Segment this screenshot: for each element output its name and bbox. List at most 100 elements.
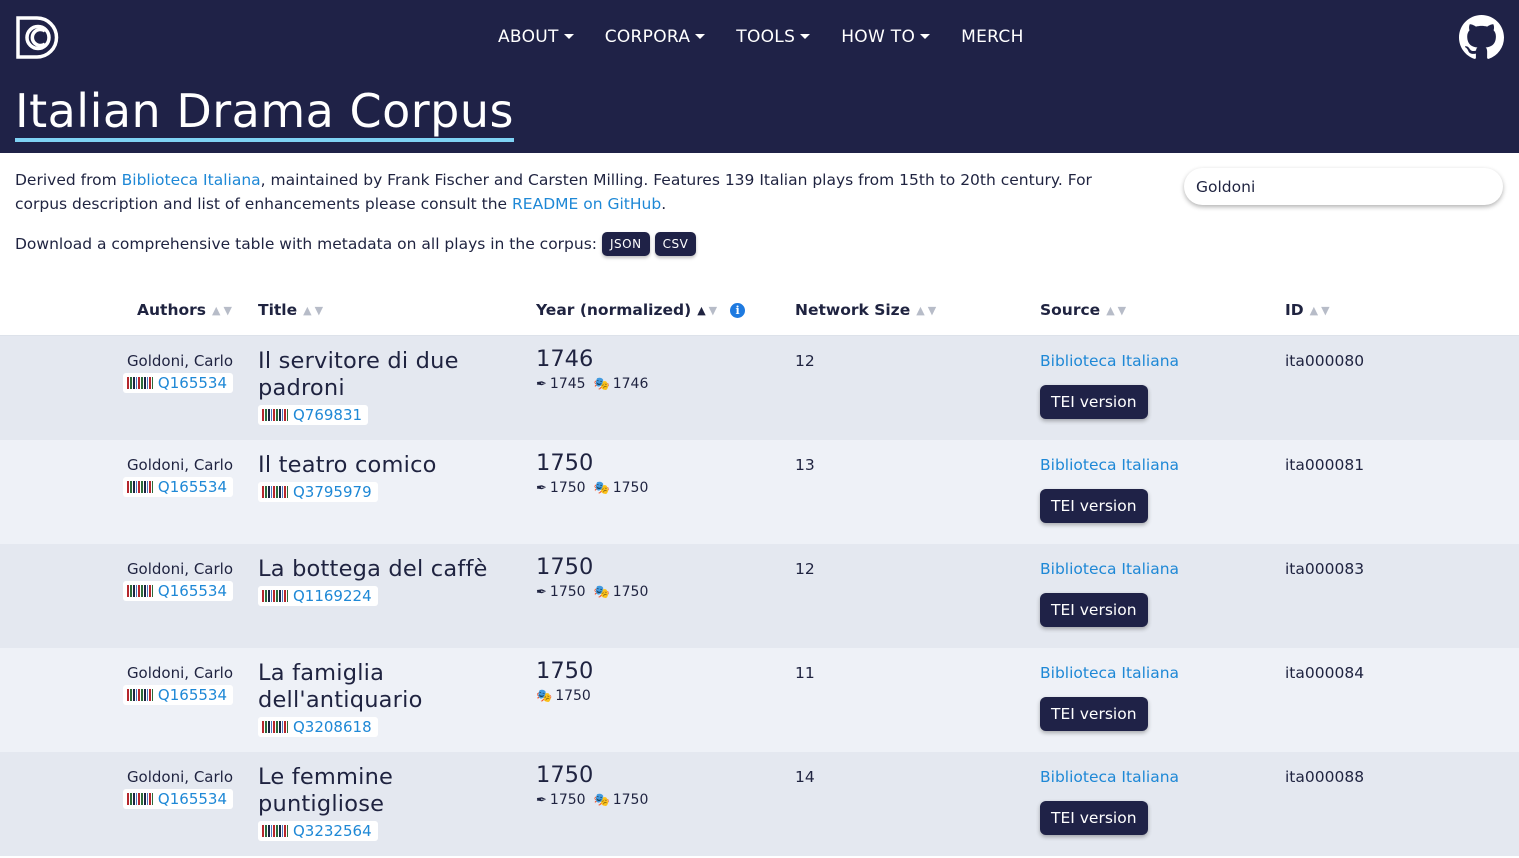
theater-masks-icon: 🎭 — [593, 584, 610, 600]
column-title[interactable]: Title ▲▼ — [258, 301, 326, 319]
title-cell: Le femmine puntigliose Q3232564 — [258, 764, 458, 841]
search-input[interactable] — [1184, 168, 1503, 205]
chevron-down-icon — [695, 33, 706, 39]
sort-arrows-icon[interactable]: ▲▼ — [212, 304, 235, 317]
pen-icon: ✒ — [536, 792, 547, 808]
column-source[interactable]: Source ▲▼ — [1040, 301, 1129, 319]
year-cell: 1746 ✒ 1745 🎭 1746 — [536, 346, 648, 392]
year-cell: 1750 ✒ 1750 🎭 1750 — [536, 450, 648, 496]
dracor-logo-icon[interactable] — [15, 15, 60, 60]
nav-tools-label: TOOLS — [736, 27, 796, 47]
year-written: 1750 — [549, 584, 586, 600]
title-cell: Il servitore di due padroni Q769831 — [258, 348, 508, 425]
theater-masks-icon: 🎭 — [536, 688, 553, 704]
wikidata-badge: Q165534 — [122, 789, 233, 809]
year-details: 🎭 1750 — [536, 688, 593, 704]
title-cell: La bottega del caffè Q1169224 — [258, 556, 508, 606]
readme-link[interactable]: README on GitHub — [512, 195, 661, 213]
source-link[interactable]: Biblioteca Italiana — [1040, 664, 1179, 682]
nav-tools[interactable]: TOOLS — [736, 26, 811, 48]
wikidata-badge: Q165534 — [122, 581, 233, 601]
play-wikidata-link[interactable]: Q3232564 — [293, 822, 372, 840]
nav-corpora-label: CORPORA — [604, 27, 691, 47]
author-cell: Goldoni, Carlo Q165534 — [122, 768, 233, 809]
nav-corpora[interactable]: CORPORA — [605, 26, 706, 48]
source-link[interactable]: Biblioteca Italiana — [1040, 352, 1179, 370]
sort-arrows-icon[interactable]: ▲▼ — [697, 304, 720, 317]
sort-arrows-icon[interactable]: ▲▼ — [916, 304, 939, 317]
play-id: ita000080 — [1285, 352, 1365, 370]
play-wikidata-link[interactable]: Q769831 — [293, 406, 362, 424]
column-authors[interactable]: Authors ▲▼ — [137, 301, 235, 319]
table-row: Goldoni, Carlo Q165534 Il teatro comico … — [0, 440, 1519, 544]
sort-arrows-icon[interactable]: ▲▼ — [303, 304, 326, 317]
year-written: 1750 — [549, 792, 586, 808]
play-title-link[interactable]: La famiglia dell'antiquario — [258, 660, 458, 714]
tei-version-button[interactable]: TEI version — [1040, 489, 1148, 523]
play-title-link[interactable]: Il teatro comico — [258, 452, 508, 479]
column-id[interactable]: ID ▲▼ — [1285, 301, 1333, 319]
author-wikidata-link[interactable]: Q165534 — [158, 582, 227, 600]
source-cell: Biblioteca Italiana TEI version — [1040, 664, 1179, 731]
wikidata-icon — [126, 793, 153, 805]
info-icon[interactable]: i — [730, 302, 746, 318]
tei-version-button[interactable]: TEI version — [1040, 593, 1148, 627]
play-title-link[interactable]: Il servitore di due padroni — [258, 348, 508, 402]
author-wikidata-link[interactable]: Q165534 — [158, 478, 227, 496]
network-size: 13 — [795, 456, 815, 474]
play-title-link[interactable]: La bottega del caffè — [258, 556, 508, 583]
nav-about[interactable]: ABOUT — [498, 26, 574, 48]
play-id: ita000084 — [1285, 664, 1365, 682]
author-wikidata-link[interactable]: Q165534 — [158, 374, 227, 392]
author-name: Goldoni, Carlo — [126, 560, 233, 578]
intro-post: . — [661, 195, 667, 213]
column-id-label: ID — [1285, 301, 1304, 319]
wikidata-badge: Q1169224 — [258, 586, 378, 606]
sort-arrows-icon[interactable]: ▲▼ — [1106, 304, 1129, 317]
source-cell: Biblioteca Italiana TEI version — [1040, 768, 1179, 835]
column-network-size[interactable]: Network Size ▲▼ — [795, 301, 939, 319]
author-cell: Goldoni, Carlo Q165534 — [122, 456, 233, 497]
nav-merch[interactable]: MERCH — [961, 26, 1024, 48]
source-link[interactable]: Biblioteca Italiana — [1040, 768, 1179, 786]
tei-version-button[interactable]: TEI version — [1040, 801, 1148, 835]
biblioteca-italiana-link[interactable]: Biblioteca Italiana — [122, 171, 261, 189]
pen-icon: ✒ — [536, 480, 547, 496]
year-premiered: 1750 — [612, 584, 649, 600]
source-link[interactable]: Biblioteca Italiana — [1040, 456, 1179, 474]
wikidata-icon — [126, 689, 153, 701]
year-written: 1745 — [549, 376, 586, 392]
play-wikidata-link[interactable]: Q1169224 — [293, 587, 372, 605]
wikidata-badge: Q165534 — [122, 477, 233, 497]
play-wikidata-link[interactable]: Q3795979 — [293, 483, 372, 501]
column-year[interactable]: Year (normalized) ▲▼ i — [536, 301, 746, 319]
tei-version-button[interactable]: TEI version — [1040, 697, 1148, 731]
play-title-link[interactable]: Le femmine puntigliose — [258, 764, 458, 818]
wikidata-icon — [262, 486, 288, 498]
download-csv-button[interactable]: CSV — [654, 232, 697, 256]
sort-arrows-icon[interactable]: ▲▼ — [1310, 304, 1333, 317]
author-cell: Goldoni, Carlo Q165534 — [122, 352, 233, 393]
year-normalized: 1750 — [536, 554, 594, 580]
download-json-button[interactable]: JSON — [602, 232, 650, 256]
tei-version-button[interactable]: TEI version — [1040, 385, 1148, 419]
year-details: ✒ 1750 🎭 1750 — [536, 480, 648, 496]
author-cell: Goldoni, Carlo Q165534 — [122, 664, 233, 705]
author-name: Goldoni, Carlo — [126, 456, 233, 474]
play-wikidata-link[interactable]: Q3208618 — [293, 718, 372, 736]
github-icon[interactable] — [1459, 15, 1504, 60]
author-cell: Goldoni, Carlo Q165534 — [122, 560, 233, 601]
play-id: ita000088 — [1285, 768, 1365, 786]
intro-pre: Derived from — [15, 171, 122, 189]
year-cell: 1750 ✒ 1750 🎭 1750 — [536, 554, 648, 600]
chevron-down-icon — [800, 33, 811, 39]
page-title: Italian Drama Corpus — [15, 84, 514, 142]
author-wikidata-link[interactable]: Q165534 — [158, 790, 227, 808]
nav-howto[interactable]: HOW TO — [841, 26, 931, 48]
year-details: ✒ 1750 🎭 1750 — [536, 584, 648, 600]
author-name: Goldoni, Carlo — [126, 352, 233, 370]
pen-icon: ✒ — [536, 584, 547, 600]
author-wikidata-link[interactable]: Q165534 — [158, 686, 227, 704]
source-link[interactable]: Biblioteca Italiana — [1040, 560, 1179, 578]
page-title-text: Italian Drama Corpus — [15, 84, 514, 142]
